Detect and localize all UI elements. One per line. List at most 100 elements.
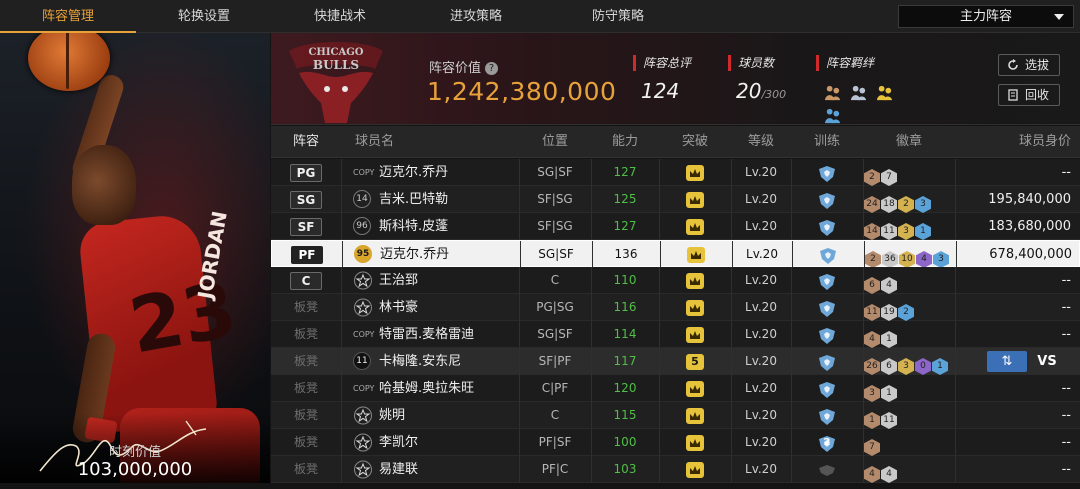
player-name[interactable]: 斯科特.皮蓬: [379, 213, 519, 240]
player-name[interactable]: 卡梅隆.安东尼: [379, 348, 519, 375]
badge-icon[interactable]: 4: [916, 251, 932, 268]
lineup-select[interactable]: 主力阵容: [898, 5, 1074, 28]
badge-icon[interactable]: 2: [864, 169, 880, 186]
table-row[interactable]: 板凳 林书豪 PG|SG 116 Lv.20 11 19 2 --: [271, 294, 1080, 321]
lineup-slot-badge[interactable]: SG: [290, 190, 322, 209]
player-moment-card[interactable]: 23 JORDAN 时刻价值 103,000,000: [0, 33, 270, 483]
badge-icon[interactable]: 18: [881, 196, 897, 213]
badge-icon[interactable]: 3: [864, 385, 880, 402]
badge-icon[interactable]: 0: [915, 358, 931, 375]
swap-button[interactable]: ⇅: [987, 351, 1027, 372]
training-cell[interactable]: [792, 241, 864, 268]
table-row[interactable]: C 王治郅 C 110 Lv.20 6 4 --: [271, 267, 1080, 294]
badge-icon[interactable]: 19: [881, 304, 897, 321]
training-cell[interactable]: [791, 348, 863, 375]
col-ability[interactable]: 能力: [591, 126, 659, 158]
badge-icon[interactable]: 1: [881, 385, 897, 402]
training-cell[interactable]: [791, 186, 863, 213]
player-name[interactable]: 迈克尔.乔丹: [380, 241, 520, 268]
training-cell[interactable]: [791, 267, 863, 294]
tab-defense-strategy[interactable]: 防守策略: [550, 0, 686, 33]
table-row[interactable]: SG 14 吉米.巴特勒 SF|SG 125 Lv.20 24 18 2 3 195,840,000: [271, 186, 1080, 213]
lineup-slot-badge[interactable]: C: [290, 271, 322, 290]
badge-icon[interactable]: 3: [898, 223, 914, 240]
player-name[interactable]: 迈克尔.乔丹: [379, 159, 519, 186]
compare-vs-button[interactable]: VS: [1031, 351, 1063, 372]
badge-icon[interactable]: 10: [899, 251, 915, 268]
table-row[interactable]: 板凳 COPY 特雷西.麦格雷迪 SG|SF 114 Lv.20 4 1 --: [271, 321, 1080, 348]
player-name[interactable]: 李凯尔: [379, 429, 519, 456]
help-icon[interactable]: ?: [485, 62, 499, 75]
player-name[interactable]: 易建联: [379, 456, 519, 483]
player-name[interactable]: 特雷西.麦格雷迪: [379, 321, 519, 348]
badge-icon[interactable]: 36: [882, 251, 898, 268]
table-row[interactable]: PF 95 迈克尔.乔丹 SG|SF 136 Lv.20 2 36 10 4 3 678,400,00…: [271, 240, 1080, 268]
badge-icon[interactable]: 2: [898, 196, 914, 213]
col-training[interactable]: 训练: [791, 126, 863, 158]
badge-icon[interactable]: 3: [915, 196, 931, 213]
tab-offense-strategy[interactable]: 进攻策略: [408, 0, 544, 33]
col-player-value[interactable]: 球员身价: [971, 126, 1071, 158]
badge-icon[interactable]: 11: [864, 304, 880, 321]
badge-icon[interactable]: 1: [932, 358, 948, 375]
training-cell[interactable]: [791, 321, 863, 348]
tab-lineup-management[interactable]: 阵容管理: [0, 0, 136, 33]
table-row[interactable]: 板凳 姚明 C 115 Lv.20 1 11 --: [271, 402, 1080, 429]
lineup-slot-badge[interactable]: SF: [290, 217, 322, 236]
player-name[interactable]: 哈基姆.奥拉朱旺: [379, 375, 519, 402]
badge-icon[interactable]: 2: [898, 304, 914, 321]
training-cell[interactable]: [791, 402, 863, 429]
recycle-button[interactable]: 回收: [998, 84, 1060, 106]
badge-icon[interactable]: 1: [881, 331, 897, 348]
training-cell[interactable]: [791, 375, 863, 402]
training-cell[interactable]: [791, 159, 863, 186]
badge-icon[interactable]: 26: [864, 358, 880, 375]
badge-icon[interactable]: 7: [881, 169, 897, 186]
table-row[interactable]: SF 96 斯科特.皮蓬 SF|SG 127 Lv.20 14 11 3 1 183,680,000: [271, 213, 1080, 240]
badge-icon[interactable]: 14: [864, 223, 880, 240]
pick-button[interactable]: 选拔: [998, 54, 1060, 76]
badge-icon[interactable]: 7: [864, 439, 880, 456]
player-name[interactable]: 吉米.巴特勒: [379, 186, 519, 213]
badge-icon[interactable]: 24: [864, 196, 880, 213]
player-name[interactable]: 林书豪: [379, 294, 519, 321]
table-row[interactable]: PG COPY 迈克尔.乔丹 SG|SF 127 Lv.20 2 7 --: [271, 159, 1080, 186]
table-row[interactable]: 板凳 11 卡梅隆.安东尼 SF|PF 117 5 Lv.20 26 6 3 0 1 ⇅ VS: [271, 348, 1080, 375]
training-cell[interactable]: [791, 294, 863, 321]
player-name[interactable]: 姚明: [379, 402, 519, 429]
badge-icon[interactable]: 3: [933, 251, 949, 268]
badge-icon[interactable]: 4: [864, 466, 880, 483]
col-breakthrough[interactable]: 突破: [659, 126, 731, 158]
training-cell[interactable]: [791, 456, 863, 483]
lineup-slot-badge[interactable]: PG: [290, 163, 322, 182]
badge-icon[interactable]: 11: [881, 223, 897, 240]
col-badges[interactable]: 徽章: [864, 126, 954, 158]
col-level[interactable]: 等级: [731, 126, 791, 158]
training-cell[interactable]: [791, 213, 863, 240]
player-ability: 127: [613, 219, 637, 233]
table-row[interactable]: 板凳 易建联 PF|C 103 Lv.20 4 4 --: [271, 456, 1080, 483]
col-lineup[interactable]: 阵容: [271, 126, 341, 158]
badge-icon[interactable]: 1: [915, 223, 931, 240]
badge-icon[interactable]: 4: [881, 277, 897, 294]
player-name[interactable]: 王治郅: [379, 267, 519, 294]
badge-icon[interactable]: 6: [881, 358, 897, 375]
badge-icon[interactable]: 11: [881, 412, 897, 429]
table-row[interactable]: 板凳 COPY 哈基姆.奥拉朱旺 C|PF 120 Lv.20 3 1 --: [271, 375, 1080, 402]
tab-rotation-settings[interactable]: 轮换设置: [136, 0, 272, 33]
table-row[interactable]: 板凳 李凯尔 PF|SF 100 Lv.20 2 7 --: [271, 429, 1080, 456]
badge-icon[interactable]: 6: [864, 277, 880, 294]
lineup-slot-badge[interactable]: PF: [291, 245, 323, 264]
swap-compare-controls: ⇅ VS: [985, 351, 1061, 372]
col-player-name[interactable]: 球员名: [355, 126, 415, 158]
badge-icon[interactable]: 1: [864, 412, 880, 429]
badge-icon[interactable]: 4: [864, 331, 880, 348]
training-cell[interactable]: 2: [791, 429, 863, 456]
badge-icon[interactable]: 3: [898, 358, 914, 375]
col-position[interactable]: 位置: [519, 126, 591, 158]
bond-icons[interactable]: [823, 83, 913, 124]
badge-icon[interactable]: 2: [865, 251, 881, 268]
star-card-icon: [354, 460, 372, 479]
tab-quick-tactics[interactable]: 快捷战术: [272, 0, 408, 33]
badge-icon[interactable]: 4: [881, 466, 897, 483]
